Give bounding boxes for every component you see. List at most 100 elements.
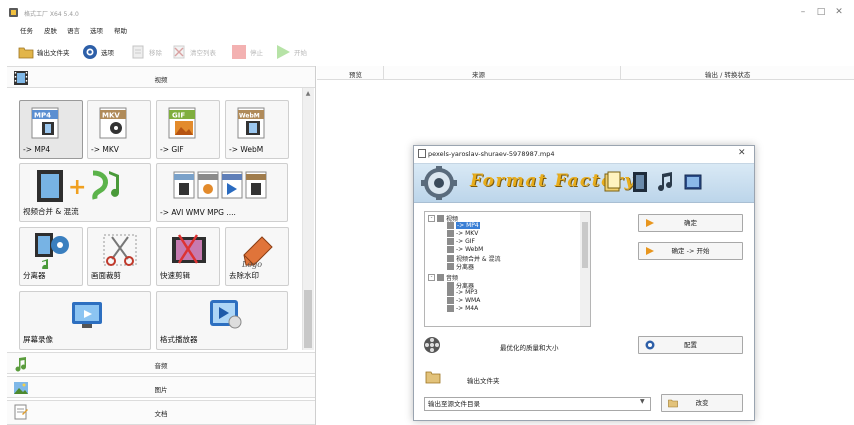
tree-item-mp3[interactable]: -> MP3 [447, 289, 478, 296]
remove-label: 移除 [149, 49, 162, 57]
menu-bar [0, 22, 854, 36]
format-tree[interactable]: - 视频 -> MP4 -> MKV -> GIF -> WebM 视频合并 & … [424, 211, 591, 327]
tile-screen-record[interactable]: 屏幕录像 [19, 291, 151, 350]
column-source[interactable]: 来源 [472, 69, 485, 79]
folder-icon [18, 47, 34, 59]
config-button-label: 配置 [684, 341, 697, 349]
folder-icon [668, 399, 678, 408]
ok-button[interactable]: 确定 [638, 214, 743, 232]
tile-to-webm[interactable]: WebM -> WebM [225, 100, 289, 159]
tree-node-icon [447, 297, 454, 304]
tile-video-merge-mux-label: 视频合并 & 混流 [23, 207, 79, 216]
tree-item-mp4[interactable]: -> MP4 [447, 222, 480, 229]
output-folder-button[interactable]: 输出文件夹 [18, 41, 70, 63]
options-label: 选项 [101, 49, 114, 57]
tile-remove-watermark[interactable]: Logo 去除水印 [225, 227, 289, 286]
minimize-button[interactable]: – [796, 6, 810, 18]
menu-help[interactable]: 帮助 [114, 25, 127, 35]
clear-list-label: 清空列表 [190, 49, 216, 57]
menu-skin[interactable]: 皮肤 [44, 25, 57, 35]
film-reel-icon [424, 337, 440, 353]
category-document-header[interactable]: 文档 [7, 400, 315, 425]
tile-screen-record-label: 屏幕录像 [23, 335, 53, 344]
tree-node-icon [447, 246, 454, 253]
column-separator [383, 66, 384, 80]
tile-to-avi-wmv-mpg[interactable]: -> AVI WMV MPG .... [156, 163, 288, 222]
category-video-header[interactable]: 视频 [7, 66, 315, 88]
tree-item-video-splitter[interactable]: 分离器 [447, 262, 474, 271]
mp4-file-icon: MP4 [31, 107, 59, 139]
remove-document-icon [132, 45, 144, 59]
ok-start-button-label: 确定 -> 开始 [671, 247, 710, 255]
column-output-status[interactable]: 输出 / 转换状态 [705, 69, 750, 79]
file-icon [418, 149, 426, 158]
output-quality-label: 最优化的质量和大小 [500, 344, 559, 352]
category-image-header[interactable]: 图片 [7, 376, 315, 398]
tile-to-mp4[interactable]: MP4 -> MP4 [19, 100, 83, 159]
options-button[interactable]: 选项 [82, 41, 114, 63]
config-button[interactable]: 配置 [638, 336, 743, 354]
output-destination-select[interactable]: 输出至源文件目录 [424, 397, 651, 411]
tree-item-gif[interactable]: -> GIF [447, 238, 475, 245]
start-button[interactable]: 开始 [275, 41, 307, 63]
stop-button[interactable]: 停止 [231, 41, 263, 63]
left-panel-scroll-thumb[interactable] [304, 290, 312, 348]
play-icon [277, 45, 290, 59]
change-folder-button[interactable]: 改变 [661, 394, 743, 412]
clear-list-button[interactable]: 清空列表 [171, 41, 216, 63]
output-folder-label: 输出文件夹 [37, 49, 70, 57]
change-folder-label: 改变 [695, 399, 709, 407]
tree-node-icon [437, 274, 444, 281]
task-list-header [317, 66, 854, 80]
category-audio-header[interactable]: 音频 [7, 352, 315, 374]
tree-item-webm[interactable]: -> WebM [447, 246, 483, 253]
maximize-button[interactable]: □ [814, 6, 828, 18]
output-folder-icon [425, 371, 441, 384]
splitter-icon [35, 233, 69, 269]
arrow-right-icon [646, 219, 654, 227]
tree-node-icon [447, 305, 454, 312]
arrow-right-icon [646, 247, 654, 255]
tile-to-mkv[interactable]: MKV -> MKV [87, 100, 151, 159]
tile-splitter[interactable]: 分离器 [19, 227, 83, 286]
chevron-down-icon[interactable]: ▼ [640, 398, 645, 405]
title-bar [0, 0, 854, 22]
tree-item-mkv[interactable]: -> MKV [447, 230, 478, 237]
close-button[interactable]: ✕ [832, 6, 846, 18]
tree-scroll-thumb[interactable] [582, 222, 588, 268]
tree-node-icon [447, 282, 454, 289]
tile-remove-watermark-label: 去除水印 [229, 271, 259, 280]
menu-options[interactable]: 选项 [90, 25, 103, 35]
tile-crop[interactable]: 画面裁剪 [87, 227, 151, 286]
stop-icon [232, 45, 246, 59]
tree-node-icon [447, 222, 454, 229]
tile-format-player-label: 格式播放器 [160, 335, 198, 344]
tile-to-avi-wmv-mpg-label: -> AVI WMV MPG .... [160, 208, 236, 217]
svg-text:+: + [68, 175, 86, 200]
column-separator [620, 66, 621, 80]
tree-collapse-icon[interactable]: - [428, 274, 435, 281]
tile-to-gif[interactable]: GIF -> GIF [156, 100, 220, 159]
tile-quick-clip[interactable]: 快速剪辑 [156, 227, 220, 286]
tree-item-wma[interactable]: -> WMA [447, 297, 480, 304]
dialog-close-icon[interactable]: ✕ [738, 148, 746, 158]
gif-file-icon: GIF [168, 107, 196, 139]
dialog-title: pexels-yaroslav-shuraev-5978987.mp4 [428, 150, 555, 158]
column-preview[interactable]: 预览 [349, 69, 362, 79]
quick-clip-icon [172, 234, 206, 264]
tile-video-merge-mux[interactable]: + 视频合并 & 混流 [19, 163, 151, 222]
tree-item-m4a[interactable]: -> M4A [447, 305, 478, 312]
ok-start-button[interactable]: 确定 -> 开始 [638, 242, 743, 260]
tile-format-player[interactable]: 格式播放器 [156, 291, 288, 350]
menu-language[interactable]: 语言 [67, 25, 80, 35]
menu-task[interactable]: 任务 [20, 25, 33, 35]
tree-node-icon [447, 289, 454, 296]
tile-to-gif-label: -> GIF [160, 145, 184, 154]
tree-collapse-icon[interactable]: - [428, 215, 435, 222]
category-video-label: 视频 [154, 76, 168, 84]
window-title: 格式工厂 X64 5.4.0 [24, 11, 79, 18]
remove-button[interactable]: 移除 [130, 41, 162, 63]
scroll-up-arrow-icon[interactable]: ▲ [304, 90, 312, 97]
multi-format-icon [173, 171, 267, 199]
config-gear-icon [645, 340, 655, 350]
